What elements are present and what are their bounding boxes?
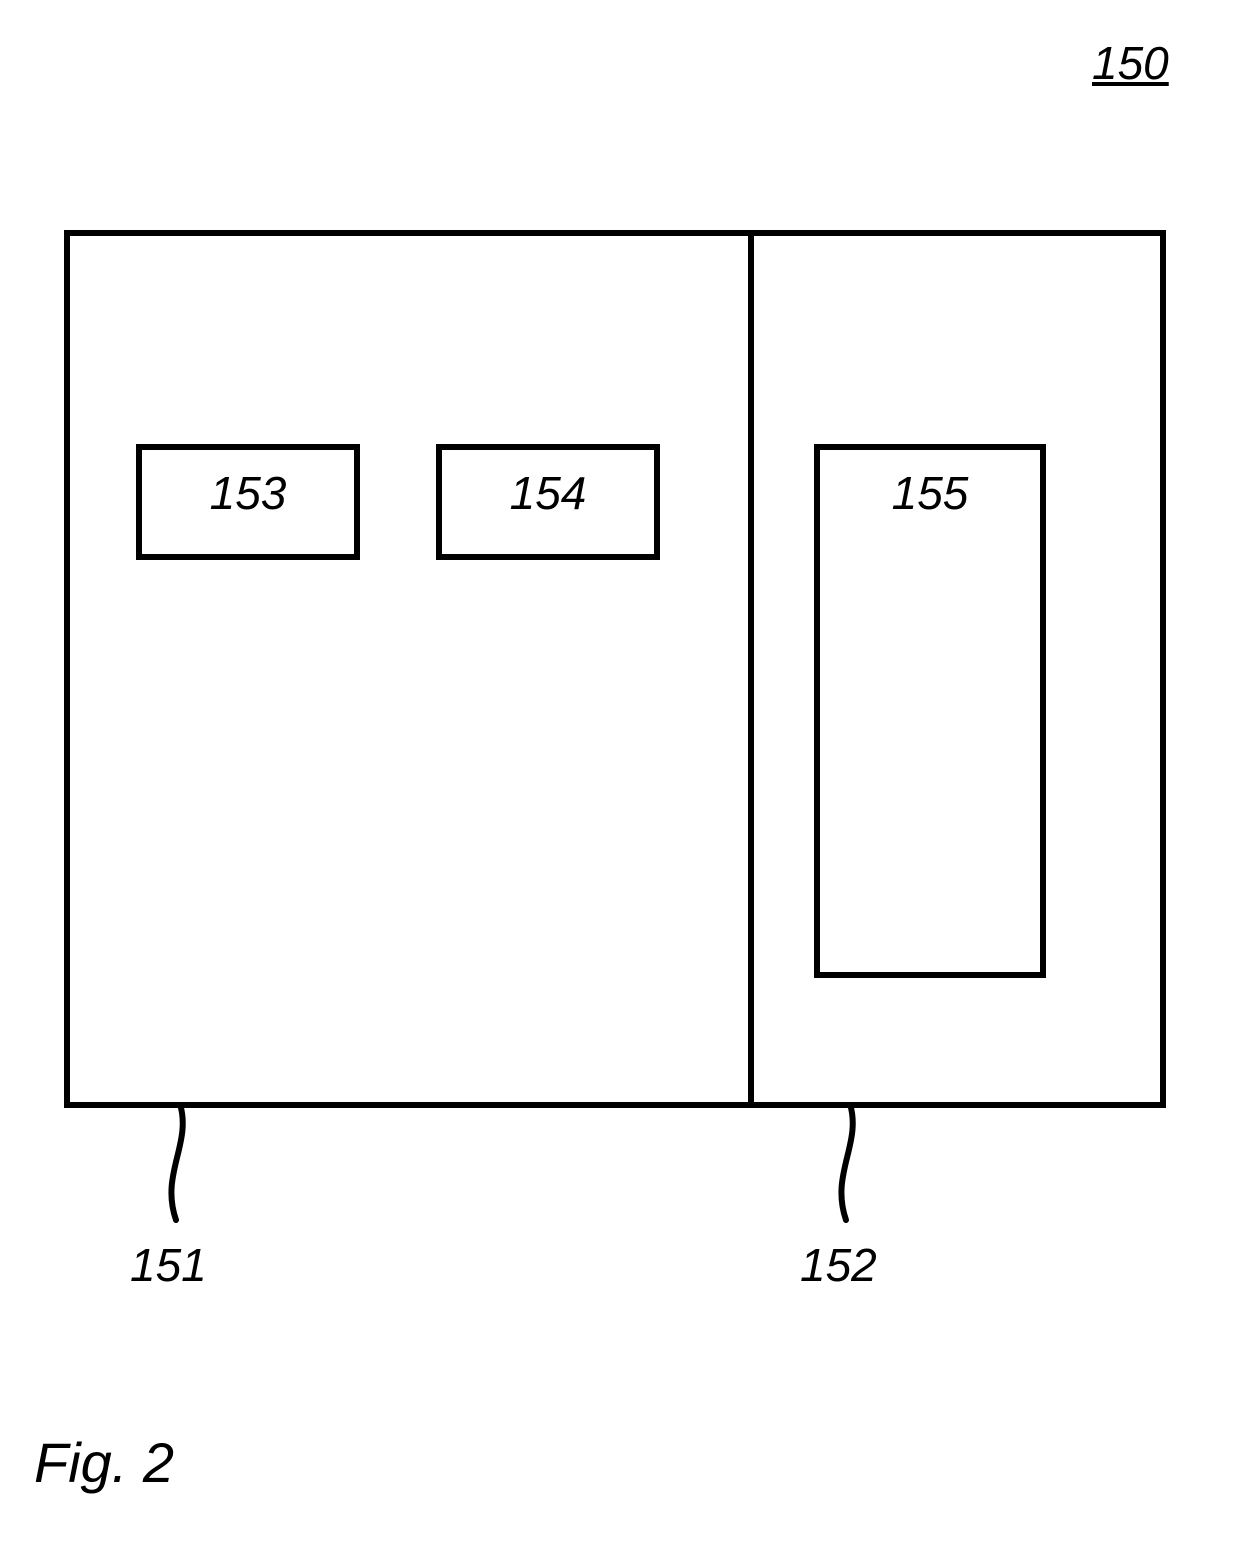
figure-reference-number: 150: [1092, 36, 1169, 90]
leader-line-151: [150, 1104, 230, 1224]
figure-caption: Fig. 2: [34, 1430, 174, 1495]
box-154-label: 154: [510, 466, 587, 520]
leader-line-152: [820, 1104, 900, 1224]
box-153-label: 153: [210, 466, 287, 520]
box-155-label: 155: [892, 466, 969, 520]
label-151: 151: [130, 1238, 207, 1292]
vertical-divider: [748, 236, 754, 1102]
box-153: 153: [136, 444, 360, 560]
outer-container: 153 154 155: [64, 230, 1166, 1108]
diagram-canvas: 150 153 154 155 151 152 Fig. 2: [0, 0, 1240, 1555]
box-155: 155: [814, 444, 1046, 978]
label-152: 152: [800, 1238, 877, 1292]
box-154: 154: [436, 444, 660, 560]
